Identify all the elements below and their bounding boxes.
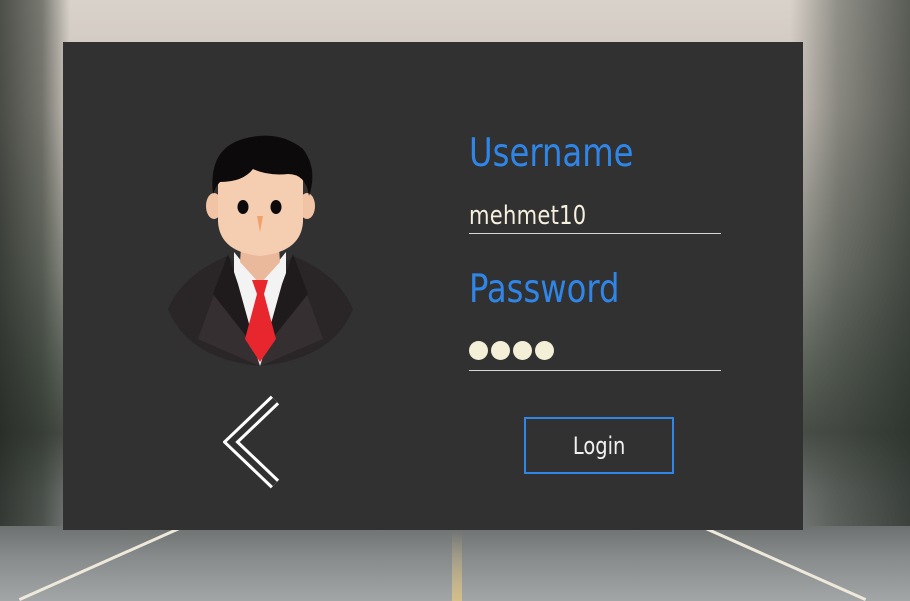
password-mask [469, 338, 721, 360]
password-label: Password [469, 267, 620, 312]
user-avatar-icon [168, 135, 353, 366]
password-mask-dot [491, 341, 510, 360]
username-label: Username [469, 131, 634, 176]
road-line-right [691, 520, 867, 601]
road-line-left [18, 520, 194, 601]
background-road [0, 520, 910, 601]
username-field[interactable]: mehmet10 [469, 201, 721, 234]
password-mask-dot [513, 341, 532, 360]
password-mask-dot [469, 341, 488, 360]
password-mask-dot [535, 341, 554, 360]
login-button[interactable]: Login [524, 417, 674, 474]
username-value: mehmet10 [469, 201, 587, 231]
background-trees-left [0, 0, 70, 601]
back-chevron-icon[interactable] [223, 394, 293, 490]
road-center-line [452, 531, 462, 601]
login-button-label: Login [572, 431, 626, 460]
password-field[interactable] [469, 338, 721, 371]
login-panel: Username mehmet10 Password Login [63, 42, 803, 530]
background-trees-right [790, 0, 910, 601]
